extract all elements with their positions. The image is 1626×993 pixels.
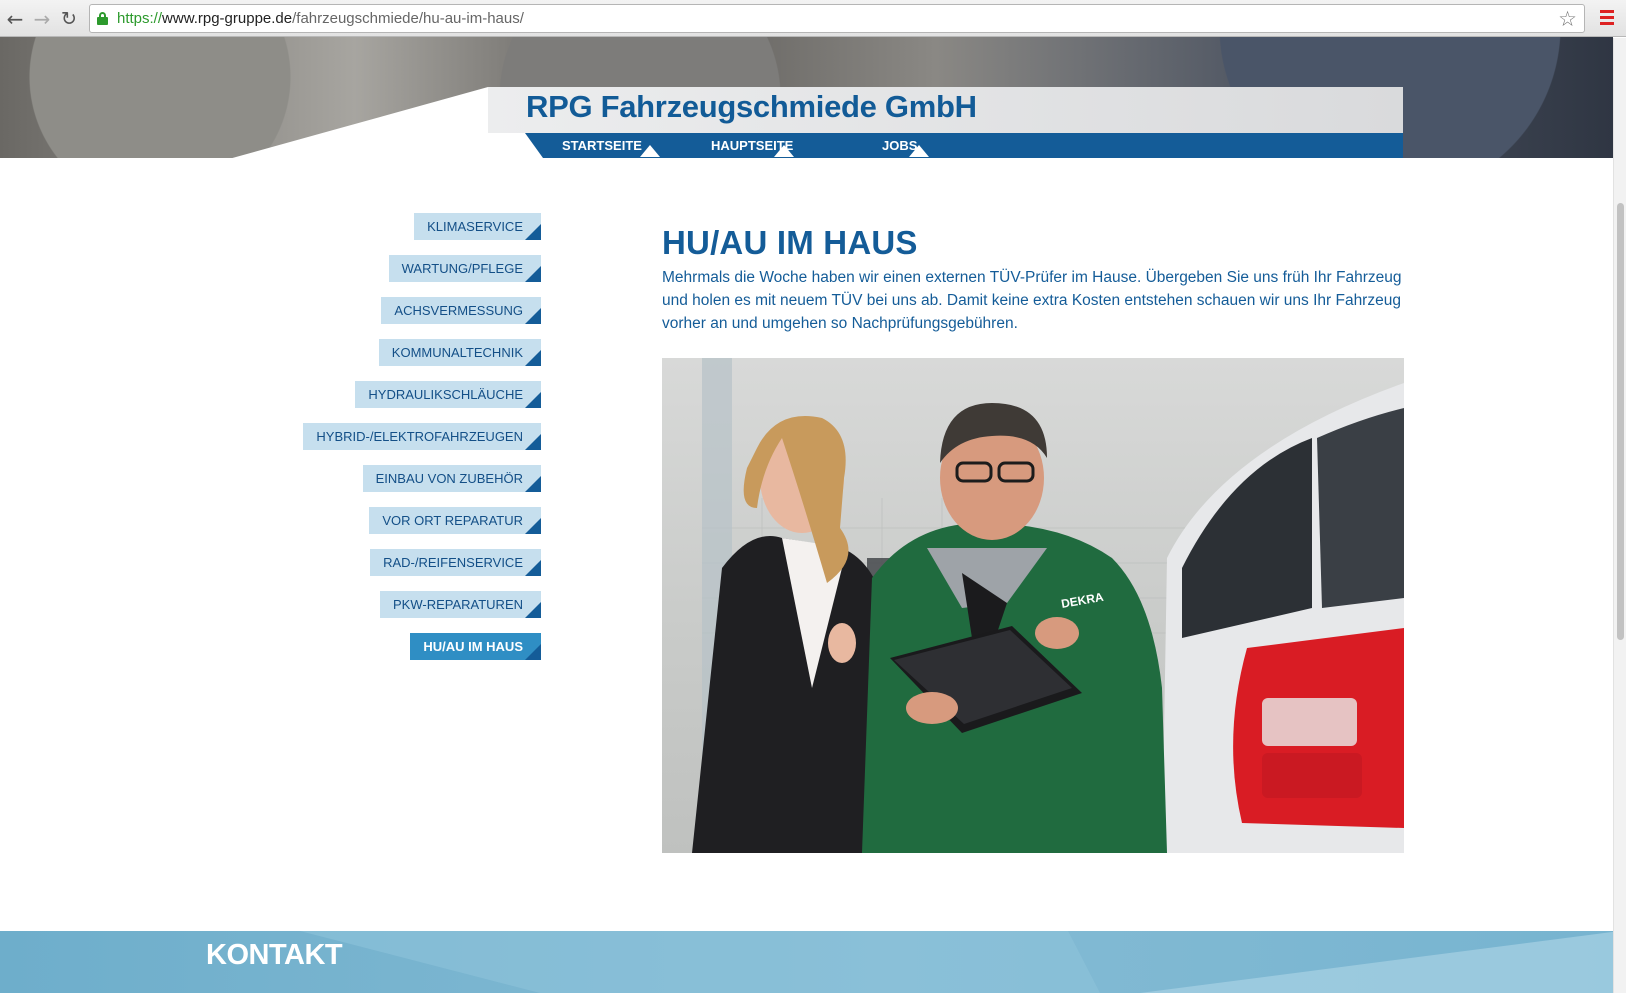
- browser-menu-icon[interactable]: [1600, 10, 1614, 26]
- sidebar-item-hydraulikschlaeuche[interactable]: HYDRAULIKSCHLÄUCHE: [355, 381, 541, 408]
- sidebar-item-einbau-von-zubehoer[interactable]: EINBAU VON ZUBEHÖR: [362, 465, 542, 492]
- browser-toolbar: ← → ↻ https://www.rpg-gruppe.de/fahrzeug…: [0, 0, 1626, 37]
- sidebar-item-rad-reifenservice[interactable]: RAD-/REIFENSERVICE: [370, 549, 541, 576]
- bookmark-star-icon[interactable]: ☆: [1558, 7, 1577, 31]
- url-scheme: https://: [117, 10, 163, 27]
- url-text[interactable]: https://www.rpg-gruppe.de/fahrzeugschmie…: [117, 10, 524, 27]
- footer-title: KONTAKT: [206, 939, 343, 971]
- back-arrow-icon[interactable]: ←: [4, 8, 26, 30]
- address-bar[interactable]: https://www.rpg-gruppe.de/fahrzeugschmie…: [89, 4, 1585, 33]
- sidebar-item-pkw-reparaturen[interactable]: PKW-REPARATUREN: [379, 591, 542, 618]
- photo-illustration: DEKRA: [692, 358, 1404, 853]
- site-title[interactable]: RPG Fahrzeugschmiede GmbH: [526, 89, 977, 125]
- footer: KONTAKT: [0, 931, 1613, 993]
- forward-arrow-icon[interactable]: →: [31, 8, 53, 30]
- sidebar-item-hybrid-elektrofahrzeugen[interactable]: HYBRID-/ELEKTROFAHRZEUGEN: [303, 423, 541, 450]
- intro-paragraph: Mehrmals die Woche haben wir einen exter…: [662, 269, 1402, 332]
- nav-notch: [909, 145, 929, 157]
- main-navigation: STARTSEITE HAUPTSEITE JOBS: [525, 133, 1403, 158]
- nav-notch: [774, 145, 794, 157]
- inspection-photo: DEKRA: [662, 358, 1404, 853]
- url-path: /fahrzeugschmiede/hu-au-im-haus/: [292, 10, 524, 27]
- url-host: www.rpg-gruppe.de: [162, 10, 293, 27]
- sidebar-item-vor-ort-reparatur[interactable]: VOR ORT REPARATUR: [369, 507, 541, 534]
- sidebar-item-wartung-pflege[interactable]: WARTUNG/PFLEGE: [388, 255, 542, 282]
- scrollbar-thumb[interactable]: [1617, 203, 1624, 640]
- sidebar-item-klimaservice[interactable]: KLIMASERVICE: [414, 213, 541, 240]
- nav-notch: [640, 145, 660, 157]
- sidebar-item-kommunaltechnik[interactable]: KOMMUNALTECHNIK: [378, 339, 542, 366]
- page-scrollbar[interactable]: [1613, 38, 1626, 993]
- reload-icon[interactable]: ↻: [58, 8, 80, 30]
- sidebar-item-hu-au-im-haus[interactable]: HU/AU IM HAUS: [410, 633, 541, 660]
- nav-item-startseite[interactable]: STARTSEITE: [562, 138, 642, 153]
- sidebar-item-achsvermessung[interactable]: ACHSVERMESSUNG: [381, 297, 541, 324]
- page-title: HU/AU IM HAUS: [662, 224, 918, 261]
- lock-icon: [97, 12, 108, 25]
